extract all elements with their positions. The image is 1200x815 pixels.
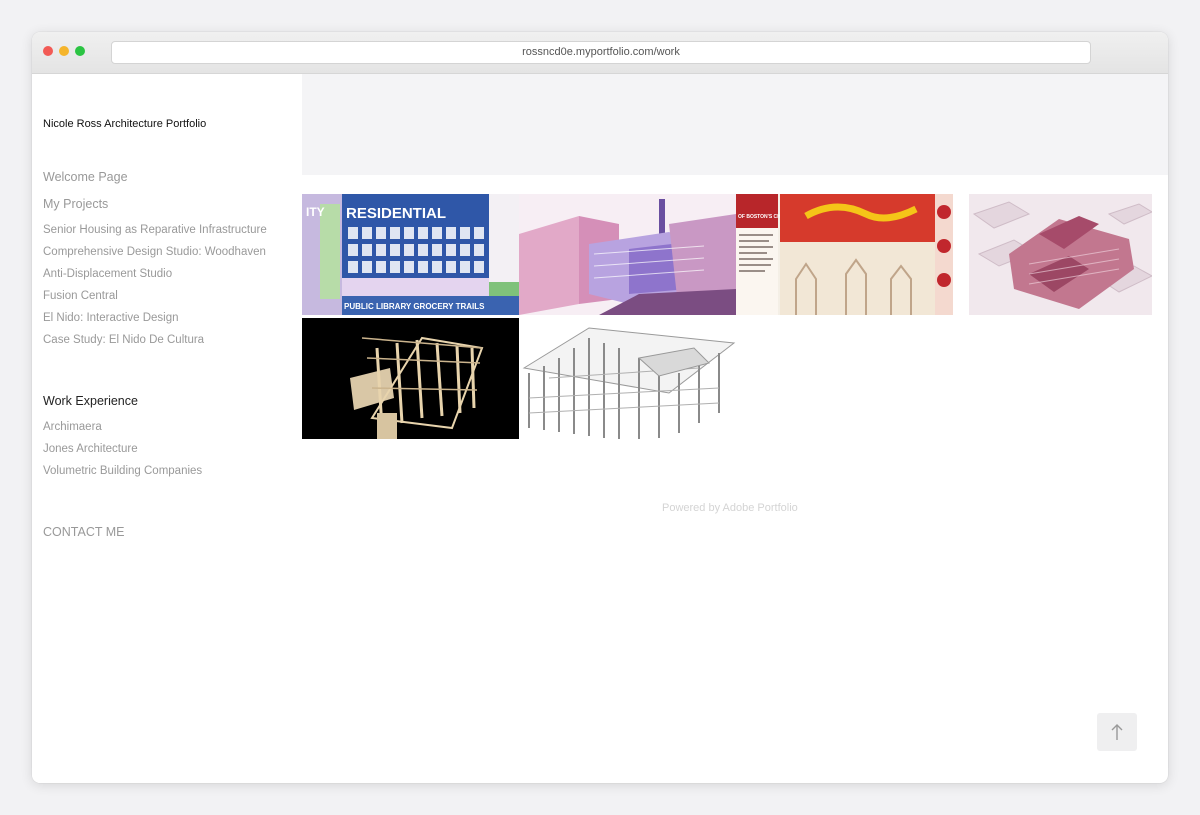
nav-work-archimaera[interactable]: Archimaera bbox=[43, 421, 102, 433]
structure-frame-image bbox=[519, 318, 736, 439]
arrow-up-icon bbox=[1111, 724, 1123, 740]
svg-text:RESIDENTIAL: RESIDENTIAL bbox=[346, 205, 446, 222]
nav-project-el-nido[interactable]: El Nido: Interactive Design bbox=[43, 312, 179, 324]
chinatown-board-image: OF BOSTON'S CHINATOWN: bbox=[736, 194, 953, 315]
project-tile-chinatown[interactable]: OF BOSTON'S CHINATOWN: bbox=[736, 194, 953, 315]
nav-work-experience[interactable]: Work Experience bbox=[43, 394, 138, 408]
header-banner bbox=[302, 74, 1168, 175]
nav-contact-me[interactable]: CONTACT ME bbox=[43, 525, 124, 539]
nav-work-jones[interactable]: Jones Architecture bbox=[43, 443, 138, 455]
project-tile-site-axon[interactable] bbox=[969, 194, 1152, 315]
sidebar: Nicole Ross Architecture Portfolio Welco… bbox=[32, 74, 302, 783]
residential-section-image: ITY RESIDENTIAL PUBLIC LIBRARY GROCERY T… bbox=[302, 194, 519, 315]
nav-project-woodhaven[interactable]: Comprehensive Design Studio: Woodhaven bbox=[43, 246, 266, 258]
pink-massing-image bbox=[519, 194, 736, 315]
close-window-button[interactable] bbox=[43, 46, 53, 56]
timber-model-image bbox=[302, 318, 519, 439]
address-bar[interactable]: rossncd0e.myportfolio.com/work bbox=[111, 41, 1091, 64]
nav-project-case-study[interactable]: Case Study: El Nido De Cultura bbox=[43, 334, 204, 346]
nav-my-projects[interactable]: My Projects bbox=[43, 197, 108, 211]
project-tile-residential[interactable]: ITY RESIDENTIAL PUBLIC LIBRARY GROCERY T… bbox=[302, 194, 519, 315]
nav-project-senior-housing[interactable]: Senior Housing as Reparative Infrastruct… bbox=[43, 224, 267, 236]
browser-window: rossncd0e.myportfolio.com/work Nicole Ro… bbox=[32, 32, 1168, 783]
nav-work-volumetric[interactable]: Volumetric Building Companies bbox=[43, 465, 202, 477]
site-axon-image bbox=[969, 194, 1152, 315]
maximize-window-button[interactable] bbox=[75, 46, 85, 56]
project-tile-structure-frame[interactable] bbox=[519, 318, 736, 439]
site-title[interactable]: Nicole Ross Architecture Portfolio bbox=[43, 118, 206, 130]
minimize-window-button[interactable] bbox=[59, 46, 69, 56]
nav-project-anti-displacement[interactable]: Anti-Displacement Studio bbox=[43, 268, 172, 280]
powered-by-link[interactable]: Powered by Adobe Portfolio bbox=[662, 502, 798, 514]
nav-project-fusion-central[interactable]: Fusion Central bbox=[43, 290, 118, 302]
back-to-top-button[interactable] bbox=[1097, 713, 1137, 751]
project-tile-pink-massing[interactable] bbox=[519, 194, 736, 315]
browser-titlebar: rossncd0e.myportfolio.com/work bbox=[32, 32, 1168, 74]
svg-text:ITY: ITY bbox=[306, 205, 325, 219]
svg-text:PUBLIC LIBRARY GROCERY TRAIL: PUBLIC LIBRARY GROCERY TRAILS bbox=[344, 302, 485, 311]
project-tile-timber-model[interactable] bbox=[302, 318, 519, 439]
nav-welcome-page[interactable]: Welcome Page bbox=[43, 170, 128, 184]
